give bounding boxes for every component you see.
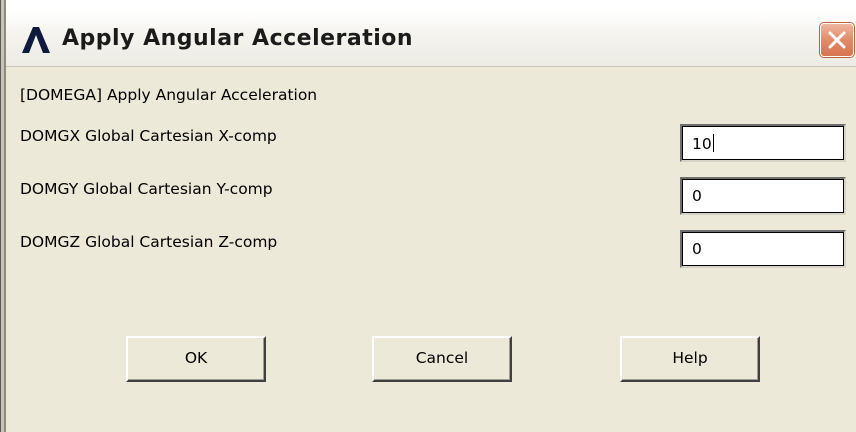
x-comp-value: 10 xyxy=(692,135,712,153)
top-edge xyxy=(0,0,856,10)
close-icon xyxy=(828,31,846,49)
z-comp-value: 0 xyxy=(692,240,702,258)
x-comp-input[interactable]: 10 xyxy=(680,124,846,162)
title-bar[interactable]: Apply Angular Acceleration xyxy=(6,10,856,67)
y-comp-input[interactable]: 0 xyxy=(680,177,846,215)
z-comp-label: DOMGZ Global Cartesian Z-comp xyxy=(20,233,278,251)
cancel-button[interactable]: Cancel xyxy=(372,336,512,382)
text-caret xyxy=(712,134,714,152)
y-comp-label: DOMGY Global Cartesian Y-comp xyxy=(20,180,273,198)
command-label: [DOMEGA] Apply Angular Acceleration xyxy=(20,86,318,104)
help-button[interactable]: Help xyxy=(620,336,760,382)
z-comp-input[interactable]: 0 xyxy=(680,230,846,268)
y-comp-value: 0 xyxy=(692,187,702,205)
ansys-logo-icon xyxy=(20,26,52,54)
dialog-window: Apply Angular Acceleration [DOMEGA] Appl… xyxy=(0,0,856,432)
close-button[interactable] xyxy=(820,23,854,57)
window-title: Apply Angular Acceleration xyxy=(62,26,414,51)
ok-button[interactable]: OK xyxy=(126,336,266,382)
x-comp-label: DOMGX Global Cartesian X-comp xyxy=(20,127,277,145)
